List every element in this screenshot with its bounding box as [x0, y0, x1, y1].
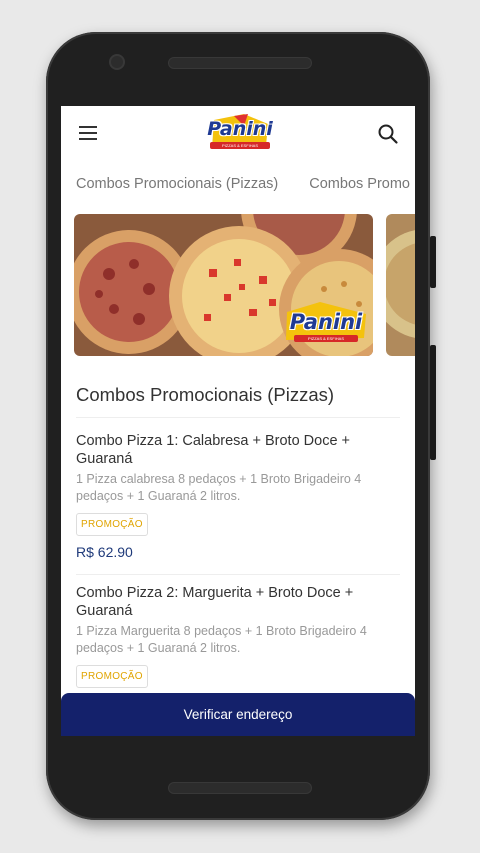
app-screen: Panini PIZZAS & ESFIHAS Combos Promocion… [61, 106, 415, 736]
banner-logo-subtext: PIZZAS & ESFIHAS [294, 335, 358, 342]
product-name: Combo Pizza 2: Marguerita + Broto Doce +… [76, 585, 354, 619]
banner-carousel[interactable]: Panini PIZZAS & ESFIHAS [61, 214, 415, 356]
logo-subtext: PIZZAS & ESFIHAS [210, 142, 270, 149]
pizza-illustration-2 [386, 214, 415, 356]
tab-combos-promocionais-pizzas[interactable]: Combos Promocionais (Pizzas) [61, 168, 278, 192]
app-header: Panini PIZZAS & ESFIHAS [61, 106, 415, 162]
power-button [430, 345, 436, 460]
divider [76, 574, 400, 575]
logo-text: Panini [207, 118, 273, 140]
panini-logo[interactable]: Panini PIZZAS & ESFIHAS [204, 112, 276, 154]
product-name: Combo Pizza 1: Calabresa + Broto Doce + … [76, 433, 351, 467]
product-item-combo-2[interactable]: Combo Pizza 2: Marguerita + Broto Doce +… [76, 584, 400, 688]
product-item-combo-1[interactable]: Combo Pizza 1: Calabresa + Broto Doce + … [76, 432, 400, 560]
tab-combos-promocionais-2[interactable]: Combos Promo [294, 168, 410, 192]
search-icon[interactable] [377, 123, 399, 145]
banner-pizza-image-2[interactable] [386, 214, 415, 356]
product-description: 1 Pizza calabresa 8 pedaços + 1 Broto Br… [76, 472, 362, 503]
banner-pizza-image[interactable]: Panini PIZZAS & ESFIHAS [74, 214, 373, 356]
category-tabs: Combos Promocionais (Pizzas) Combos Promo [61, 168, 415, 200]
verify-address-button[interactable]: Verificar endereço [61, 693, 415, 736]
volume-button [430, 236, 436, 288]
product-price: R$ 62.90 [76, 544, 133, 560]
banner-logo-text: Panini [289, 310, 363, 334]
section-title: Combos Promocionais (Pizzas) [76, 384, 335, 405]
front-camera [111, 56, 123, 68]
bottom-speaker [169, 783, 311, 793]
promo-badge: PROMOÇÃO [76, 665, 148, 688]
divider [76, 417, 400, 418]
promo-badge: PROMOÇÃO [76, 513, 148, 536]
product-description: 1 Pizza Marguerita 8 pedaços + 1 Broto B… [76, 624, 367, 655]
hamburger-menu-icon[interactable] [79, 126, 97, 140]
top-speaker [169, 58, 311, 68]
